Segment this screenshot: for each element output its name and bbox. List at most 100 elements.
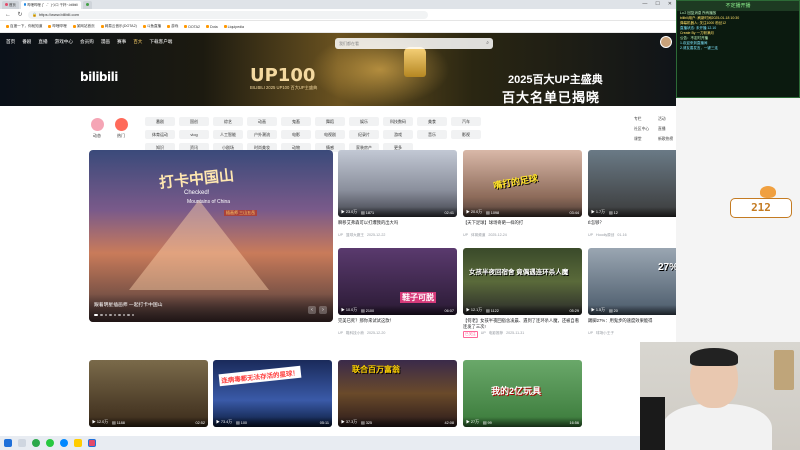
close-icon[interactable]: ✕ — [668, 1, 672, 7]
bookmark-item[interactable]: Liquipedia — [223, 25, 244, 29]
video-card[interactable]: 我的2亿玩具 ▶ 27万 ▤ 99 16:56 — [463, 360, 582, 427]
bookmark-item[interactable]: 百度一下，你就知道 — [6, 24, 42, 29]
category-item[interactable]: 户外潮流 — [247, 130, 277, 139]
taskbar-app-icon[interactable] — [32, 439, 40, 447]
video-title[interactable]: 【天下足球】球场奇葩一样的打 — [463, 220, 582, 231]
carousel-dot[interactable] — [127, 313, 130, 316]
taskbar-app-icon[interactable] — [60, 439, 68, 447]
video-thumbnail[interactable]: 我的2亿玩具 ▶ 27万 ▤ 99 16:56 — [463, 360, 582, 427]
user-avatar[interactable] — [660, 36, 672, 48]
video-thumbnail[interactable]: ▶ 12.0万 ▤ 1188 02:52 — [89, 360, 208, 427]
carousel-dot[interactable] — [118, 313, 121, 316]
top-nav-item[interactable]: 会员购 — [80, 39, 94, 45]
top-nav-item[interactable]: 漫画 — [101, 39, 110, 45]
category-item[interactable]: 国创 — [179, 117, 209, 126]
video-card[interactable]: 嘴打的足球 ▶ 20.0万 ▤ 1098 03:44 【天下足球】球场奇葩一样的打 UP 体… — [463, 150, 582, 238]
video-title[interactable]: 完美已死？那你来试试这款！ — [338, 318, 457, 329]
bilibili-logo[interactable]: bilibili — [80, 70, 118, 84]
video-author[interactable]: 体育频道 — [471, 233, 485, 238]
top-nav-item[interactable]: 百大 — [133, 39, 142, 45]
url-input[interactable]: 🔒 https://www.bilibili.com — [28, 10, 428, 19]
carousel-dot[interactable] — [113, 313, 116, 316]
hero-carousel[interactable]: 打卡中国山 Checked! Mountains of China 插画师 三山… — [89, 150, 333, 322]
video-title[interactable]: 【何老】女孩半夜回宿舍凌晨、遇到了连环杀人魔，还被自看连发了三次! — [463, 318, 582, 329]
category-item[interactable]: 电影 — [281, 130, 311, 139]
category-item[interactable]: 人工智能 — [213, 130, 243, 139]
video-thumbnail[interactable]: 联合百万富翁 ▶ 37.3万 ▤ 325 42:08 — [338, 360, 457, 427]
category-item[interactable]: 体育运动 — [145, 130, 175, 139]
category-item[interactable]: 科技数码 — [383, 117, 413, 126]
carousel-dot[interactable] — [104, 313, 107, 316]
right-link[interactable]: 课堂 — [634, 137, 656, 142]
taskbar-app-icon[interactable] — [74, 439, 82, 447]
bookmark-item[interactable]: 游戏 — [167, 24, 178, 29]
category-item[interactable]: 鬼畜 — [281, 117, 311, 126]
top-nav-item[interactable]: 直播 — [38, 39, 47, 45]
search-icon[interactable]: ⌕ — [486, 40, 489, 46]
category-item[interactable]: 汽车 — [451, 117, 481, 126]
category-item[interactable]: 美食 — [417, 117, 447, 126]
bookmark-item[interactable]: DOTA2 — [184, 25, 200, 29]
carousel-dot[interactable] — [100, 313, 103, 316]
category-item[interactable]: 综艺 — [213, 117, 243, 126]
carousel-caption[interactable]: 跟着明星插画师 一起打卡中国山 — [94, 301, 163, 308]
carousel-dot[interactable] — [94, 313, 98, 316]
right-link[interactable]: 社区中心 — [634, 127, 656, 132]
category-item[interactable]: 娱乐 — [349, 117, 379, 126]
top-nav-item[interactable]: 赛事 — [117, 39, 126, 45]
bookmark-item[interactable]: 某网站首页 — [72, 24, 95, 29]
video-card[interactable]: 女孩半夜回宿舍 竟偶遇连环杀人魔 ▶ 12.1万 ▤ 1122 05:29 【何老】女孩… — [463, 248, 582, 338]
video-card[interactable]: 连病毒都无法存活的星球！ ▶ 73.4万 ▤ 100 05:11 — [213, 360, 332, 427]
video-thumbnail[interactable]: 连病毒都无法存活的星球！ ▶ 73.4万 ▤ 100 05:11 — [213, 360, 332, 427]
category-item[interactable]: 音乐 — [417, 130, 447, 139]
category-item[interactable]: 纪录片 — [349, 130, 379, 139]
wechat-icon[interactable] — [46, 439, 54, 447]
top-nav-item[interactable]: 番剧 — [22, 39, 31, 45]
minimize-icon[interactable]: — — [642, 1, 647, 7]
video-card[interactable]: 联合百万富翁 ▶ 37.3万 ▤ 325 42:08 — [338, 360, 457, 427]
video-card[interactable]: ▶ 23.0万 ▤ 1871 02:41 瞬移艾弗森可以打爆我的出大吗 UP 篮球大魔王 2… — [338, 150, 457, 238]
browser-tab[interactable] — [82, 0, 92, 9]
browser-taskbar-icon[interactable] — [88, 439, 96, 447]
top-nav-item[interactable]: 下载客户端 — [149, 39, 172, 45]
browser-tab[interactable]: 首页 — [2, 0, 19, 9]
chevron-right-icon[interactable]: › — [319, 306, 327, 314]
video-author[interactable]: 篮球大魔王 — [346, 233, 364, 238]
video-card[interactable]: 鞋子可脱 ▶ 10.0万 ▤ 2100 06:07 完美已死？那你来试试这款！ UP 鞋科技… — [338, 248, 457, 336]
taskbar-search-icon[interactable] — [18, 439, 26, 447]
browser-tab-active[interactable]: 哔哩哔哩 (゜-゜)つロ 干杯~-bilibili — [20, 0, 81, 9]
windows-start-icon[interactable] — [4, 439, 12, 447]
category-item[interactable]: 游戏 — [383, 130, 413, 139]
video-thumbnail[interactable]: 嘴打的足球 ▶ 20.0万 ▤ 1098 03:44 — [463, 150, 582, 217]
video-author[interactable]: 电影推荐 — [489, 331, 503, 338]
video-author[interactable]: 球场小王子 — [596, 331, 614, 336]
category-item[interactable]: vlog — [179, 130, 209, 139]
category-item[interactable]: 番剧 — [145, 117, 175, 126]
video-author[interactable]: Hoodly原创 — [596, 233, 614, 238]
hot-link[interactable]: 热门 — [110, 118, 132, 139]
carousel-dot[interactable] — [122, 313, 125, 316]
category-item[interactable]: 电视剧 — [315, 130, 345, 139]
video-thumbnail[interactable]: 鞋子可脱 ▶ 10.0万 ▤ 2100 06:07 — [338, 248, 457, 315]
video-card[interactable]: ▶ 12.0万 ▤ 1188 02:52 — [89, 360, 208, 427]
video-title[interactable]: 瞬移艾弗森可以打爆我的出大吗 — [338, 220, 457, 231]
bookmark-item[interactable]: 哔哩哔哩 — [48, 24, 67, 29]
video-thumbnail[interactable]: ▶ 23.0万 ▤ 1871 02:41 — [338, 150, 457, 217]
video-author[interactable]: 鞋科技小熊 — [346, 331, 364, 336]
bookmark-item[interactable]: Dota — [206, 25, 218, 29]
dynamic-link[interactable]: 动态 — [86, 118, 108, 139]
carousel-dot[interactable] — [109, 313, 112, 316]
maximize-icon[interactable]: ☐ — [655, 1, 659, 7]
category-item[interactable]: 动画 — [247, 117, 277, 126]
back-icon[interactable]: ← — [4, 12, 12, 18]
reload-icon[interactable]: ↻ — [16, 11, 24, 18]
category-item[interactable]: 舞蹈 — [315, 117, 345, 126]
right-link[interactable]: 专栏 — [634, 117, 656, 122]
top-nav-item[interactable]: 游戏中心 — [55, 39, 73, 45]
chevron-left-icon[interactable]: ‹ — [308, 306, 316, 314]
bookmark-item[interactable]: 斗鱼直播 — [142, 24, 161, 29]
top-nav-item[interactable]: 首页 — [6, 39, 15, 45]
search-input[interactable]: 我们都在看 ⌕ — [335, 38, 493, 49]
carousel-dot[interactable] — [131, 313, 134, 316]
category-item[interactable]: 影视 — [451, 130, 481, 139]
